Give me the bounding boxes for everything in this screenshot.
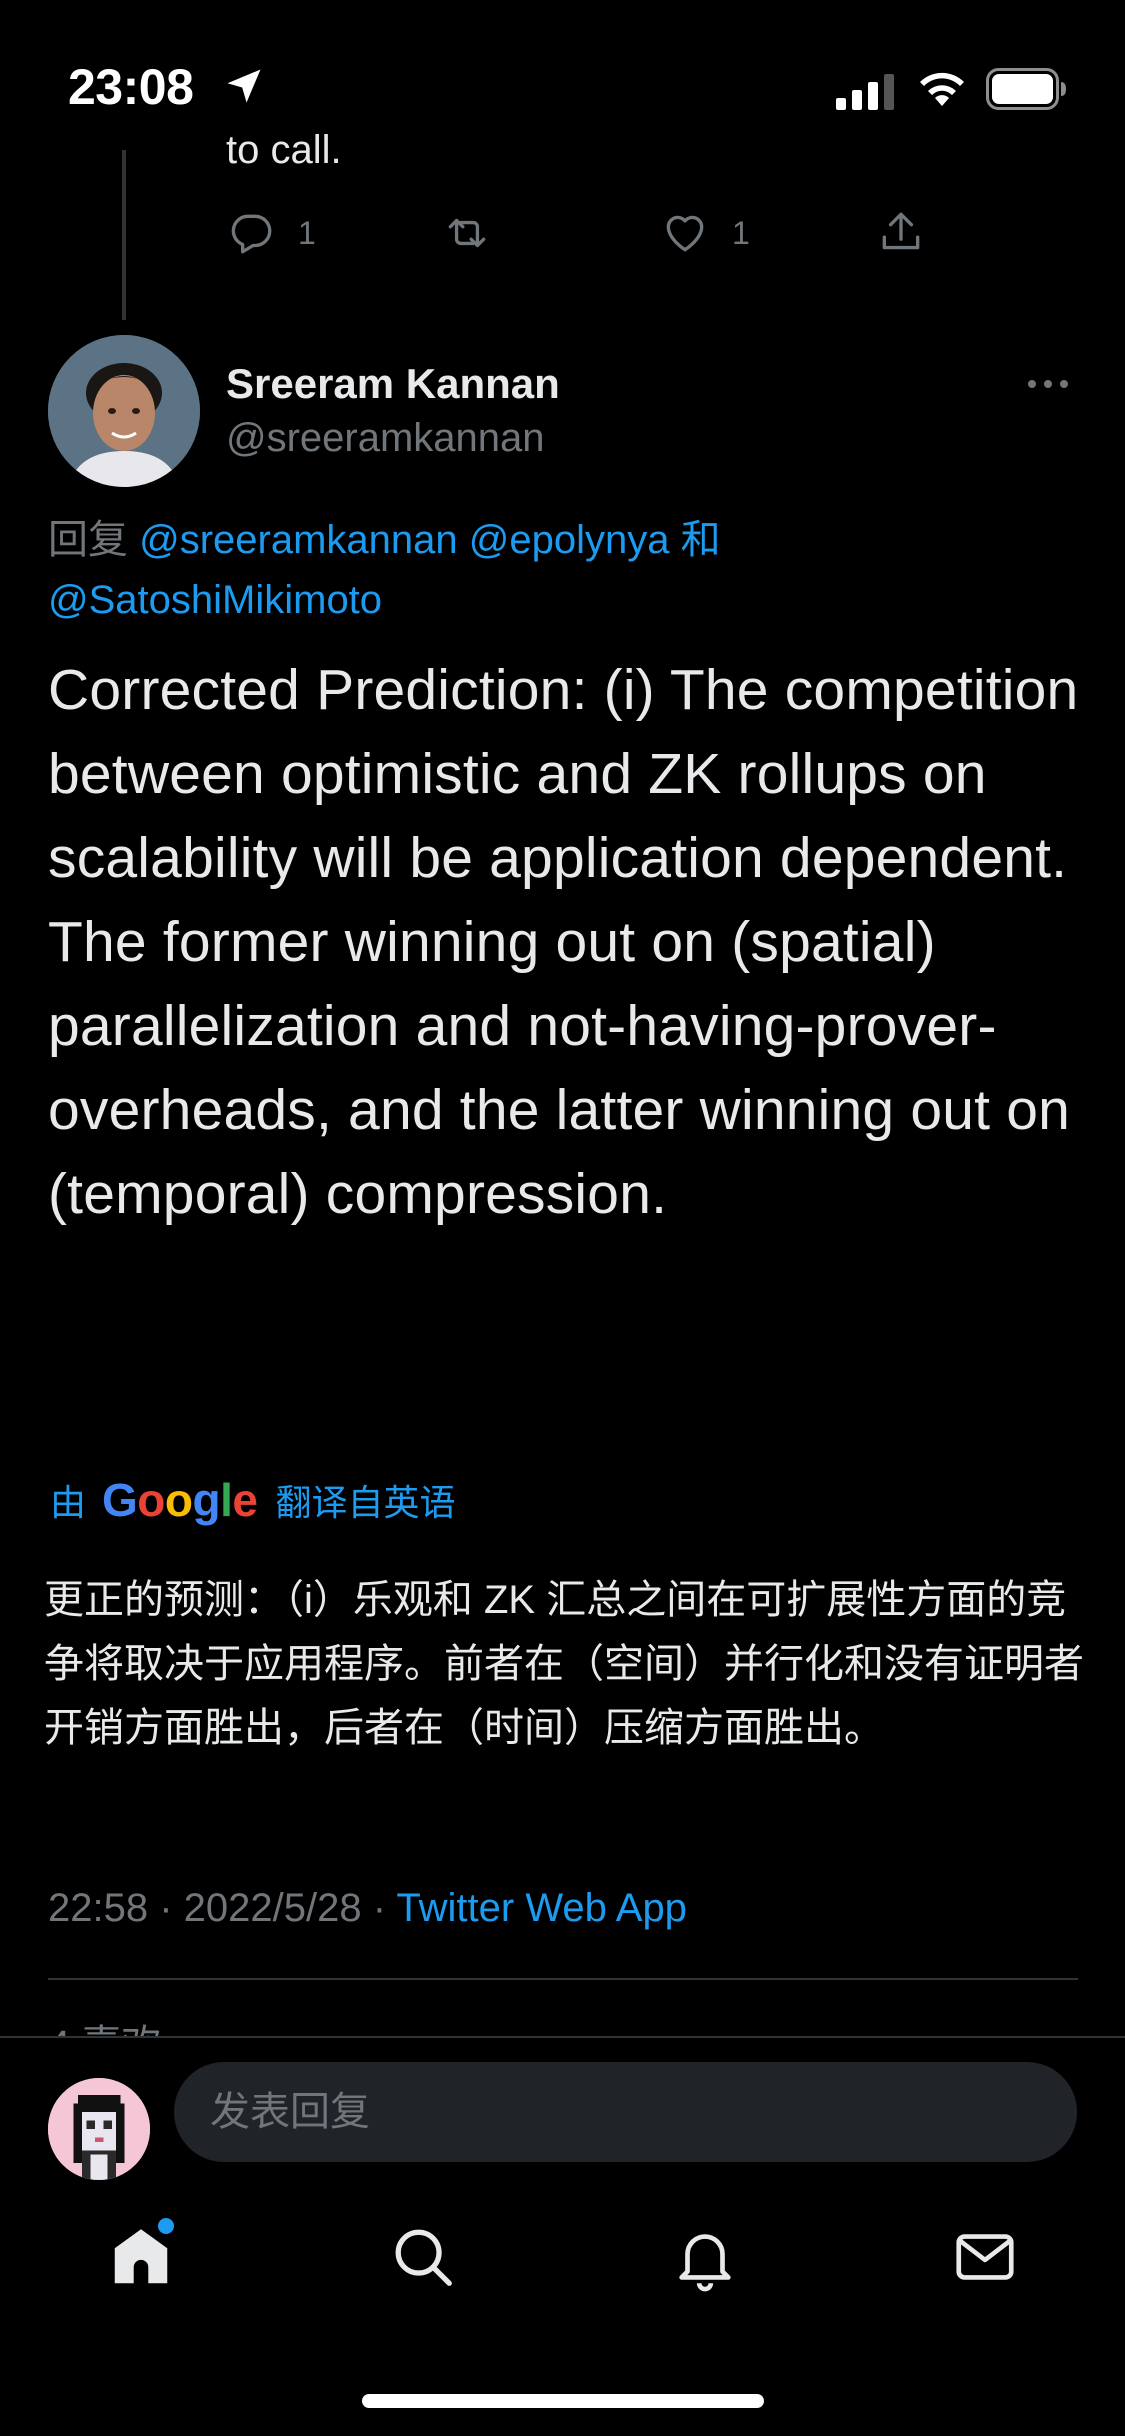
reply-input[interactable] (174, 2062, 1077, 2162)
mention-link[interactable]: @sreeramkannan (139, 518, 458, 562)
share-icon (882, 212, 920, 250)
author-name[interactable]: Sreeram Kannan (226, 360, 560, 408)
share-action-button[interactable] (876, 205, 926, 261)
tab-notifications[interactable] (670, 2222, 740, 2292)
heart-icon (666, 215, 704, 252)
reply-action-button[interactable]: 1 (226, 205, 316, 261)
mention-link[interactable]: @SatoshiMikimoto (48, 578, 382, 622)
mention-link[interactable]: @epolynya (469, 518, 670, 562)
home-indicator[interactable] (362, 2394, 764, 2408)
mention-joiner: 和 (680, 518, 721, 562)
cellular-signal-icon (836, 74, 894, 110)
previous-tweet-actions: 1 1 (226, 205, 986, 261)
divider (48, 1978, 1078, 1980)
translate-by-label: 由 (50, 1482, 87, 1523)
like-count: 1 (732, 214, 750, 251)
home-notification-dot (158, 2218, 174, 2234)
tab-search[interactable] (388, 2222, 458, 2292)
battery-icon (986, 68, 1066, 110)
translation-attribution[interactable]: 由 Google 翻译自英语 (50, 1468, 456, 1532)
reply-icon (231, 214, 272, 254)
thread-connector-line (122, 150, 126, 320)
author-avatar[interactable] (48, 335, 200, 487)
tweet-source-link[interactable]: Twitter Web App (396, 1886, 687, 1930)
retweet-icon (448, 218, 486, 248)
search-icon (395, 2229, 452, 2286)
messages-icon (956, 2234, 1014, 2280)
retweet-action-button[interactable] (442, 205, 492, 261)
likes-count-peek[interactable]: 4 喜欢 (48, 2012, 161, 2038)
google-logo: Google (102, 1474, 258, 1526)
replying-to: 回复 @sreeramkannan @epolynya 和 @SatoshiMi… (48, 510, 1078, 630)
my-avatar[interactable] (48, 2078, 150, 2180)
pixel-avatar-image (48, 2078, 150, 2180)
translate-from-label: 翻译自英语 (275, 1482, 456, 1523)
tweet-text: Corrected Prediction: (i) The competitio… (48, 658, 1079, 1226)
status-time: 23:08 (68, 59, 194, 115)
more-options-icon[interactable] (1024, 366, 1072, 402)
location-arrow-icon (227, 69, 261, 103)
author-photo (48, 335, 200, 487)
notifications-icon (679, 2234, 731, 2292)
translated-text: 更正的预测：（i）乐观和 ZK 汇总之间在可扩展性方面的竞争将取决于应用程序。前… (44, 1578, 1084, 1750)
like-action-button[interactable]: 1 (660, 205, 750, 261)
wifi-icon (920, 72, 964, 106)
tab-messages[interactable] (950, 2222, 1020, 2292)
tweet-meta: 22:58 · 2022/5/28 · Twitter Web App (48, 1886, 687, 1931)
author-handle[interactable]: @sreeramkannan (226, 416, 545, 461)
previous-tweet-text: to call. (226, 128, 342, 172)
tweet-timestamp: 22:58 · 2022/5/28 · (48, 1886, 397, 1930)
reply-prefix: 回复 (48, 518, 128, 562)
reply-count: 1 (298, 214, 316, 251)
